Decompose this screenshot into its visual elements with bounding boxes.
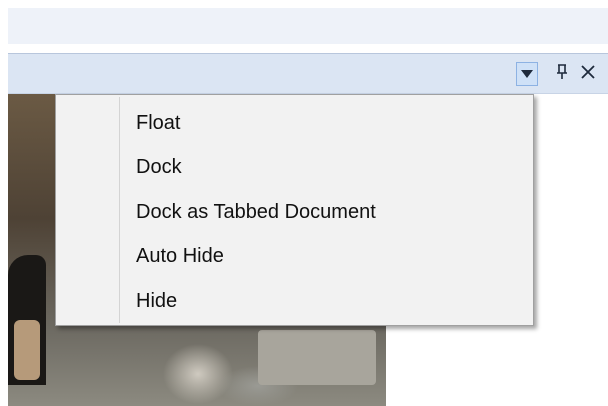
window-position-context-menu: Float Dock Dock as Tabbed Document Auto … xyxy=(55,94,534,326)
close-button[interactable] xyxy=(577,62,599,86)
window-position-dropdown-button[interactable] xyxy=(516,62,538,86)
menu-item-auto-hide[interactable]: Auto Hide xyxy=(58,236,531,276)
dropdown-arrow-icon xyxy=(521,65,533,83)
photo-person-arm xyxy=(14,320,40,380)
tool-window-titlebar xyxy=(8,53,608,94)
menu-item-dock[interactable]: Dock xyxy=(58,147,531,187)
close-icon xyxy=(580,64,596,85)
menu-item-float[interactable]: Float xyxy=(58,103,531,143)
menu-item-dock-as-tabbed-document[interactable]: Dock as Tabbed Document xyxy=(58,192,531,232)
photo-machinery xyxy=(258,330,376,385)
auto-hide-pin-button[interactable] xyxy=(551,62,573,86)
toolbar-strip xyxy=(8,8,608,44)
pin-icon xyxy=(555,63,569,85)
menu-item-hide[interactable]: Hide xyxy=(58,281,531,321)
